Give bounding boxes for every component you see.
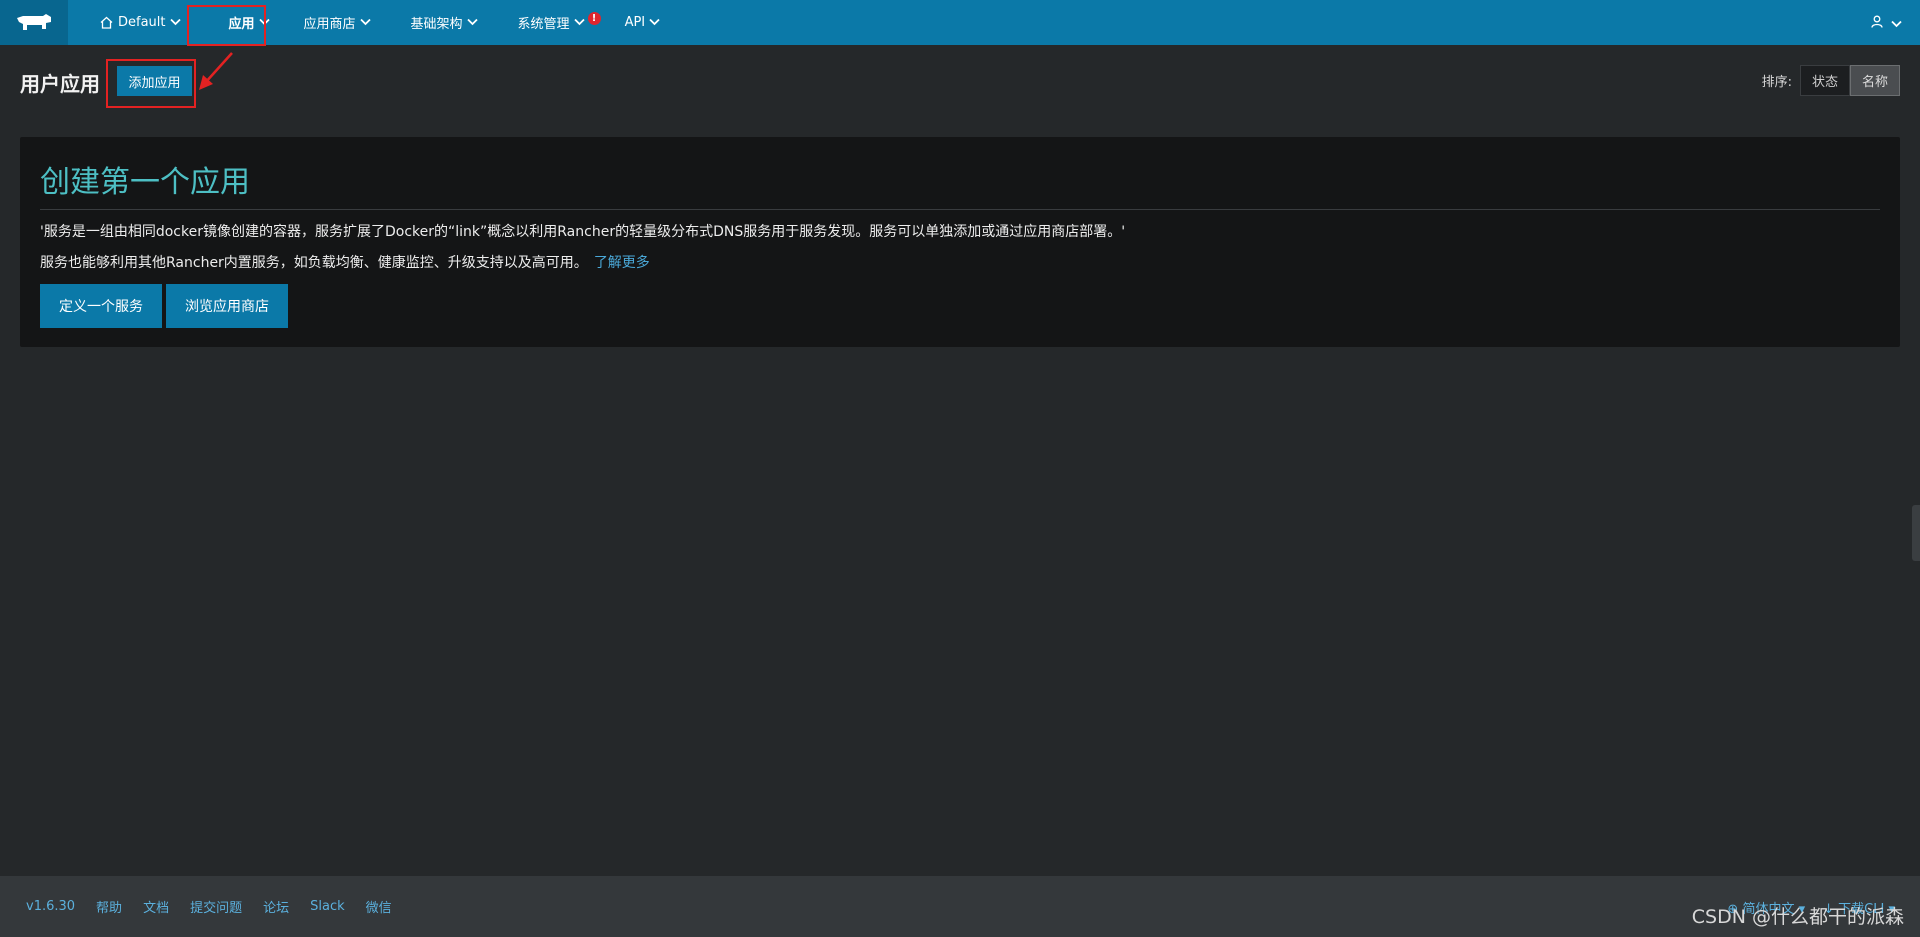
environment-dropdown[interactable]: Default bbox=[78, 0, 194, 45]
add-app-button[interactable]: 添加应用 bbox=[117, 66, 192, 96]
footer-link-help[interactable]: 帮助 bbox=[96, 897, 122, 916]
chevron-down-icon bbox=[169, 15, 181, 30]
footer-link-slack[interactable]: Slack bbox=[310, 899, 345, 914]
nav-admin[interactable]: 系统管理 ! bbox=[505, 0, 614, 45]
panel-description-text: 服务也能够利用其他Rancher内置服务，如负载均衡、健康监控、升级支持以及高可… bbox=[40, 255, 588, 271]
footer-link-wechat[interactable]: 微信 bbox=[366, 897, 392, 916]
nav-api[interactable]: API bbox=[612, 0, 674, 45]
nav-catalog-label: 应用商店 bbox=[303, 17, 356, 32]
rancher-logo[interactable] bbox=[0, 0, 68, 45]
chevron-down-icon bbox=[573, 15, 585, 30]
nav-apps[interactable]: 应用 bbox=[216, 0, 283, 45]
sort-group: 排序: 状态 名称 bbox=[1762, 65, 1900, 96]
sort-by-name-button[interactable]: 名称 bbox=[1849, 65, 1900, 96]
home-icon bbox=[100, 16, 113, 29]
sort-by-state-button[interactable]: 状态 bbox=[1799, 65, 1850, 96]
chevron-down-icon bbox=[649, 15, 660, 30]
empty-state-panel: 创建第一个应用 '服务是一组由相同docker镜像创建的容器，服务扩展了Dock… bbox=[20, 137, 1900, 347]
sort-label: 排序: bbox=[1761, 75, 1792, 90]
environment-label: Default bbox=[118, 15, 166, 30]
user-menu[interactable] bbox=[1871, 0, 1902, 45]
chevron-down-icon bbox=[359, 15, 371, 30]
footer-version[interactable]: v1.6.30 bbox=[26, 899, 75, 914]
footer-link-forum[interactable]: 论坛 bbox=[263, 897, 289, 916]
nav-infrastructure-label: 基础架构 bbox=[410, 17, 463, 32]
panel-title: 创建第一个应用 bbox=[40, 157, 1880, 210]
define-service-button[interactable]: 定义一个服务 bbox=[40, 284, 162, 328]
alert-badge: ! bbox=[587, 12, 601, 25]
panel-actions: 定义一个服务 浏览应用商店 bbox=[40, 284, 1880, 328]
learn-more-link[interactable]: 了解更多 bbox=[594, 255, 650, 271]
chevron-down-icon bbox=[258, 15, 270, 30]
footer-link-file-issue[interactable]: 提交问题 bbox=[190, 897, 242, 916]
annotation-arrow-icon bbox=[199, 52, 233, 90]
top-nav-bar: Default 应用 应用商店 基础架构 系统管理 ! API bbox=[0, 0, 1920, 45]
footer: v1.6.30 帮助 文档 提交问题 论坛 Slack 微信 ⊕ 简体中文 ▾ … bbox=[0, 876, 1920, 937]
chevron-down-icon bbox=[1891, 13, 1902, 32]
side-panel-handle[interactable] bbox=[1912, 505, 1920, 561]
nav-api-label: API bbox=[624, 15, 646, 30]
watermark: CSDN @什么都干的派森 bbox=[1691, 906, 1904, 928]
nav-admin-label: 系统管理 bbox=[517, 17, 570, 32]
rancher-cow-icon bbox=[17, 13, 51, 30]
user-icon bbox=[1871, 13, 1883, 32]
page-title: 用户应用 bbox=[20, 72, 100, 96]
panel-description: '服务是一组由相同docker镜像创建的容器，服务扩展了Docker的“link… bbox=[40, 224, 1126, 240]
nav-infrastructure[interactable]: 基础架构 bbox=[398, 0, 491, 45]
panel-description-secondary: 服务也能够利用其他Rancher内置服务，如负载均衡、健康监控、升级支持以及高可… bbox=[40, 255, 1880, 272]
chevron-down-icon bbox=[466, 15, 478, 30]
nav-catalog[interactable]: 应用商店 bbox=[291, 0, 384, 45]
footer-link-docs[interactable]: 文档 bbox=[143, 897, 169, 916]
browse-catalog-button[interactable]: 浏览应用商店 bbox=[166, 284, 288, 328]
nav-apps-label: 应用 bbox=[228, 17, 255, 32]
